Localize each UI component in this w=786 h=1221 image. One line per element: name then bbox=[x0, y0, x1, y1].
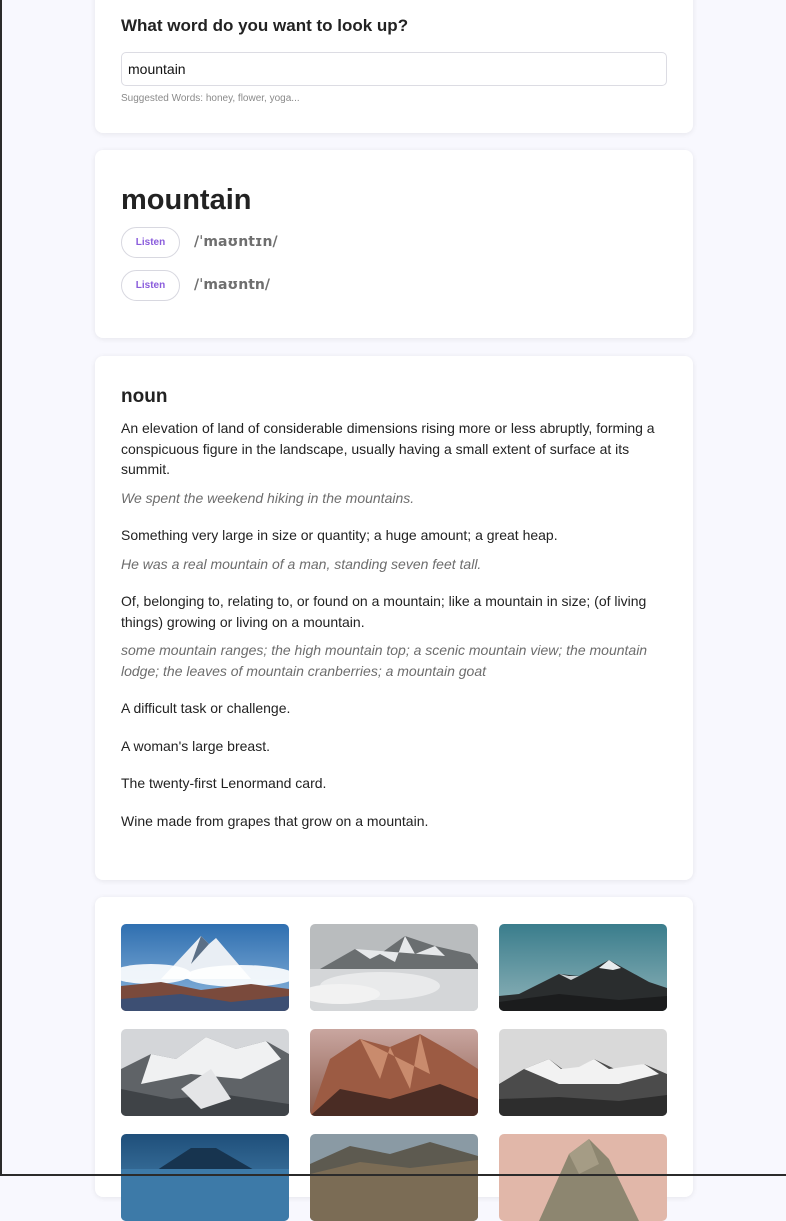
definition-item: Wine made from grapes that grow on a mou… bbox=[121, 811, 667, 832]
image-grid bbox=[121, 924, 667, 1221]
definition-text: An elevation of land of considerable dim… bbox=[121, 420, 655, 477]
example-text: some mountain ranges; the high mountain … bbox=[121, 642, 648, 679]
part-of-speech: noun bbox=[121, 386, 168, 407]
valley-hills-photo[interactable] bbox=[310, 1134, 478, 1221]
meaning-card: noun An elevation of land of considerabl… bbox=[95, 356, 693, 880]
definition-text: Wine made from grapes that grow on a mou… bbox=[121, 812, 429, 829]
suggested-words: Suggested Words: honey, flower, yoga... bbox=[121, 93, 300, 104]
window-frame-left bbox=[0, 0, 2, 1176]
definition-item: Something very large in size or quantity… bbox=[121, 525, 667, 574]
dark-peak-teal-sky-photo[interactable] bbox=[499, 924, 667, 1011]
example-text: He was a real mountain of a man, standin… bbox=[121, 555, 482, 572]
snow-range-aerial-photo[interactable] bbox=[121, 1029, 289, 1116]
search-heading: What word do you want to look up? bbox=[121, 16, 409, 35]
phonetic-text: /ˈmaʊntn/ bbox=[194, 277, 270, 293]
example-text: We spent the weekend hiking in the mount… bbox=[121, 489, 415, 506]
search-input[interactable] bbox=[121, 52, 667, 86]
word-card: mountain Listen /ˈmaʊntɪn/ Listen /ˈmaʊn… bbox=[95, 150, 693, 338]
grey-snow-range-photo[interactable] bbox=[499, 1029, 667, 1116]
word-title: mountain bbox=[121, 184, 252, 216]
definition-text: The twenty-first Lenormand card. bbox=[121, 775, 327, 791]
pronunciation-row: Listen /ˈmaʊntn/ bbox=[121, 269, 667, 301]
definition-item: An elevation of land of considerable dim… bbox=[121, 418, 667, 508]
rock-spire-photo[interactable] bbox=[499, 1134, 667, 1221]
search-card: What word do you want to look up? Sugges… bbox=[95, 0, 693, 133]
phonetic-text: /ˈmaʊntɪn/ bbox=[194, 234, 278, 250]
definition-text: Of, belonging to, relating to, or found … bbox=[121, 593, 647, 630]
listen-button[interactable]: Listen bbox=[121, 269, 180, 301]
misty-ridge-photo[interactable] bbox=[310, 924, 478, 1011]
listen-button[interactable]: Listen bbox=[121, 226, 180, 258]
pronunciation-row: Listen /ˈmaʊntɪn/ bbox=[121, 226, 667, 258]
blue-lake-volcano-photo[interactable] bbox=[121, 1134, 289, 1221]
snowy-peak-clouds-photo[interactable] bbox=[121, 924, 289, 1011]
images-card bbox=[95, 897, 693, 1221]
definition-text: A difficult task or challenge. bbox=[121, 700, 291, 716]
definition-item: A difficult task or challenge. bbox=[121, 698, 667, 719]
definition-text: A woman's large breast. bbox=[121, 737, 270, 754]
definition-item: Of, belonging to, relating to, or found … bbox=[121, 591, 667, 681]
definition-item: The twenty-first Lenormand card. bbox=[121, 773, 667, 794]
definition-text: Something very large in size or quantity… bbox=[121, 527, 558, 543]
definition-item: A woman's large breast. bbox=[121, 736, 667, 757]
red-rock-mountain-photo[interactable] bbox=[310, 1029, 478, 1116]
